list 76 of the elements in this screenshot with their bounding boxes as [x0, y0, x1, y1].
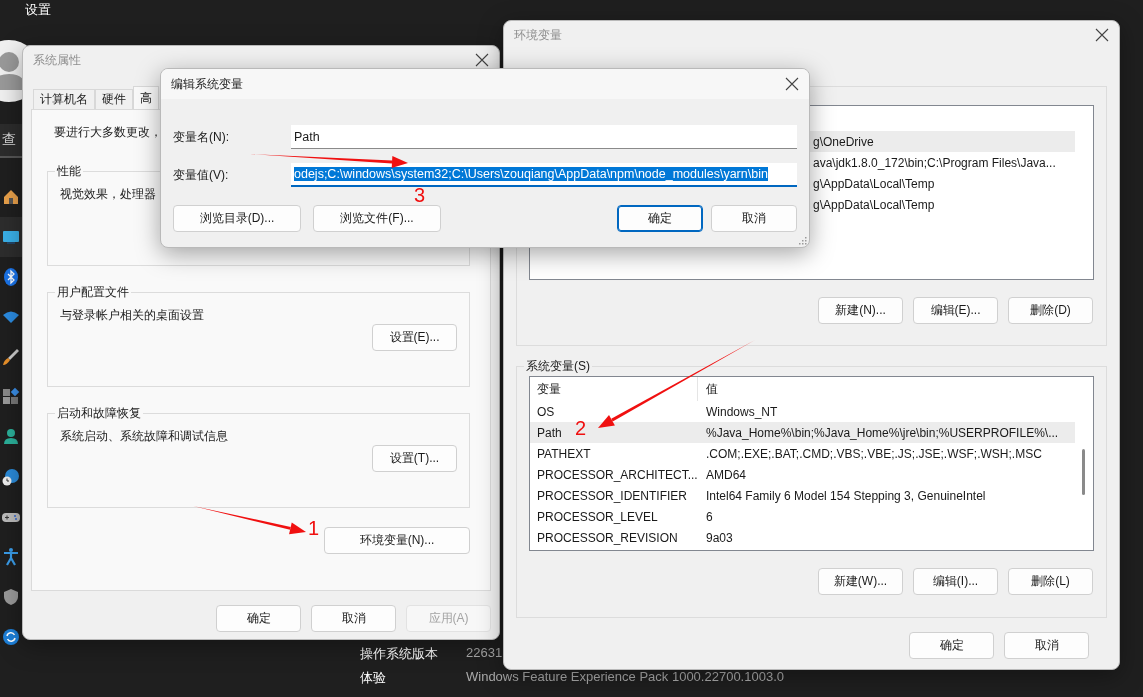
table-cell: Path — [537, 425, 562, 440]
list-action-button[interactable]: 编辑(I)... — [913, 568, 998, 595]
window-title: 系统属性 — [33, 51, 81, 69]
column-header[interactable]: 值 — [698, 377, 1075, 401]
accessibility-icon — [1, 547, 21, 567]
home-icon — [1, 187, 21, 207]
group-title: 系统变量(S) — [525, 358, 591, 375]
apps-icon — [1, 387, 21, 407]
dialog-button[interactable]: 确定 — [216, 605, 301, 632]
table-cell-text: .COM;.EXE;.BAT;.CMD;.VBS;.VBE;.JS;.JSE;.WSF;.WSH;.MSC — [705, 446, 1042, 461]
list-action-button[interactable]: 新建(W)... — [818, 568, 903, 595]
dialog-button[interactable]: 取消 — [711, 205, 797, 232]
field-label: 变量值(V): — [173, 166, 230, 184]
group-title: 性能 — [56, 163, 82, 180]
table-cell-text: 6 — [705, 509, 713, 524]
dialog-button[interactable]: 取消 — [311, 605, 396, 632]
app-title: 设置 — [25, 1, 51, 19]
dialog-button[interactable]: 浏览目录(D)... — [173, 205, 301, 232]
info-value: 22631 — [466, 645, 504, 662]
table-cell: PROCESSOR_REVISION — [537, 530, 678, 545]
list-action-button[interactable]: 编辑(E)... — [913, 297, 998, 324]
close-icon[interactable] — [475, 53, 489, 67]
globe-clock-icon — [1, 467, 21, 487]
input-field[interactable]: odejs;C:\windows\system32;C:\Users\zouqiang\AppData\npm\node_modules\yarn\bin — [291, 163, 797, 187]
person-icon — [1, 427, 21, 447]
table-cell-text: Intel64 Family 6 Model 154 Stepping 3, GenuineIntel — [705, 488, 986, 503]
environment-variables-button[interactable]: 环境变量(N)... — [324, 527, 470, 554]
dialog-button[interactable]: 取消 — [1004, 632, 1089, 659]
field-label: 变量名(N): — [173, 128, 230, 146]
list-action-button[interactable]: 新建(N)... — [818, 297, 903, 324]
list-row[interactable]: PROCESSOR_ARCHITECT... AMD64 — [530, 464, 1075, 485]
input-field[interactable]: Path — [291, 125, 797, 149]
list-row[interactable]: PROCESSOR_REVISION 9a03 — [530, 527, 1075, 548]
sync-icon — [1, 627, 21, 647]
brush-icon — [1, 347, 21, 367]
settings-button[interactable]: 设置(T)... — [372, 445, 457, 472]
dialog-button[interactable]: 浏览文件(F)... — [313, 205, 441, 232]
group-text: 与登录帐户相关的桌面设置 — [60, 307, 204, 324]
close-icon[interactable] — [1095, 28, 1109, 42]
window-title: 环境变量 — [514, 26, 562, 44]
list-action-button[interactable]: 删除(L) — [1008, 568, 1093, 595]
info-value: Windows Feature Experience Pack 1000.22700.1003.0 — [466, 669, 784, 686]
tab[interactable]: 硬件 — [95, 89, 133, 109]
settings-button[interactable]: 设置(E)... — [372, 324, 457, 351]
dialog-button[interactable]: 确定 — [909, 632, 994, 659]
table-cell-text: AMD64 — [705, 467, 746, 482]
info-label: 体验 — [360, 669, 387, 687]
list-row[interactable]: PROCESSOR_IDENTIFIER Intel64 Family 6 Model 154 Stepping 3, GenuineIntel — [530, 485, 1075, 506]
info-label: 操作系统版本 — [360, 645, 439, 663]
tab[interactable]: 高 — [133, 86, 159, 109]
resize-grip-icon[interactable] — [799, 237, 807, 245]
table-cell: PROCESSOR_IDENTIFIER — [537, 488, 688, 503]
table-cell-text: Windows_NT — [705, 404, 778, 419]
tab[interactable]: 计算机名 — [33, 89, 95, 109]
table-cell: OS — [537, 404, 555, 419]
list-row[interactable]: PROCESSOR_LEVEL 6 — [530, 506, 1075, 527]
variable-list[interactable] — [529, 376, 1094, 551]
table-cell: PATHEXT — [537, 446, 591, 461]
dialog-button[interactable]: 确定 — [617, 205, 703, 232]
group-title: 用户配置文件 — [56, 284, 130, 301]
table-cell-text: %Java_Home%\bin;%Java_Home%\jre\bin;%USERPROFILE%\... — [705, 425, 1059, 440]
group-title: 启动和故障恢复 — [56, 405, 142, 422]
table-cell: PROCESSOR_ARCHITECT... — [537, 467, 698, 482]
annotation-number: 1 — [308, 518, 320, 538]
list-row[interactable]: PATHEXT .COM;.EXE;.BAT;.CMD;.VBS;.VBE;.JS;.JSE;.WSF;.WSH;.MSC — [530, 443, 1075, 464]
table-cell: PROCESSOR_LEVEL — [537, 509, 658, 524]
intro-text: 要进行大多数更改， — [54, 124, 162, 141]
table-cell-text: 9a03 — [705, 530, 733, 545]
window-title: 编辑系统变量 — [171, 75, 243, 93]
shield-icon — [1, 587, 21, 607]
group-text: 系统启动、系统故障和调试信息 — [60, 428, 228, 445]
list-action-button[interactable]: 删除(D) — [1008, 297, 1093, 324]
bluetooth-icon — [1, 267, 21, 287]
group-text: 视觉效果，处理器 — [60, 186, 156, 203]
annotation-number: 3 — [414, 185, 426, 205]
close-icon[interactable] — [785, 77, 799, 91]
